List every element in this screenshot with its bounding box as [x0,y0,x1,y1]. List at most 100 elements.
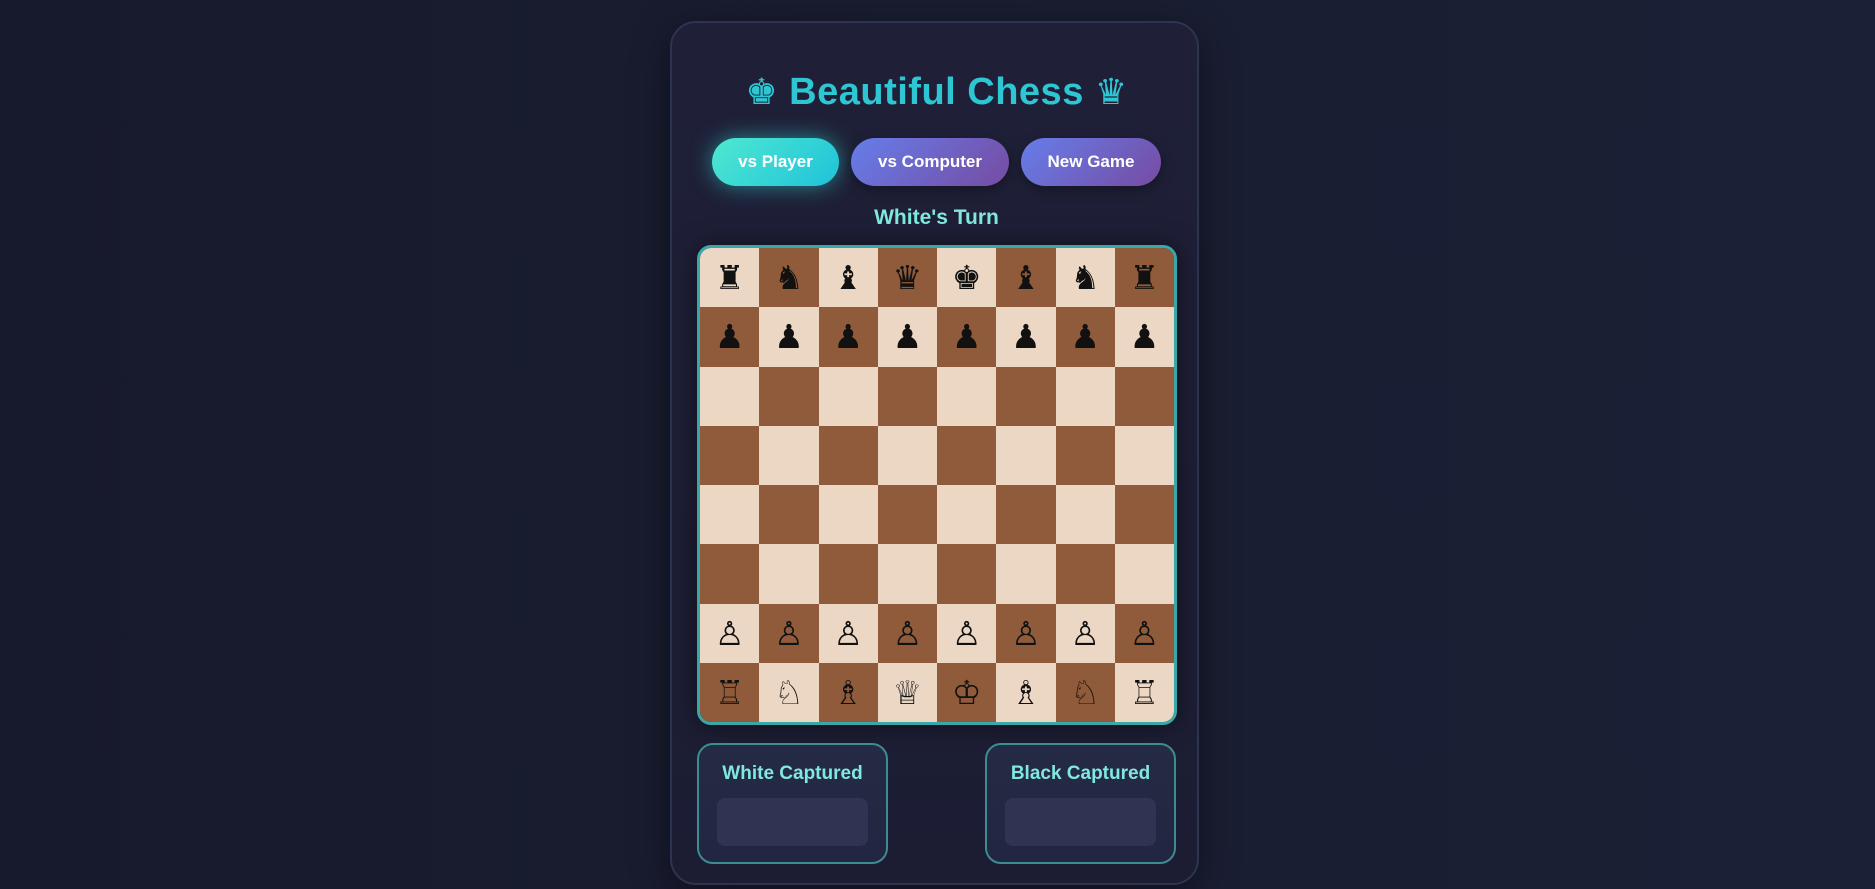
square-c2[interactable]: ♙ [818,603,878,663]
black-pawn-icon[interactable]: ♟ [1130,320,1160,353]
white-captured-panel: White Captured [697,743,888,864]
white-bishop-icon[interactable]: ♗ [833,676,863,709]
square-a5[interactable] [700,425,760,485]
square-f5[interactable] [996,425,1056,485]
square-b3[interactable] [759,544,819,604]
square-b1[interactable]: ♘ [759,662,819,722]
square-h4[interactable] [1114,485,1174,545]
white-pawn-icon[interactable]: ♙ [1011,617,1041,650]
square-d3[interactable] [877,544,937,604]
square-h6[interactable] [1114,366,1174,426]
white-bishop-icon[interactable]: ♗ [1011,676,1041,709]
square-e2[interactable]: ♙ [937,603,997,663]
black-knight-icon[interactable]: ♞ [774,261,804,294]
black-pawn-icon[interactable]: ♟ [952,320,982,353]
black-queen-icon[interactable]: ♛ [893,261,923,294]
square-c6[interactable] [818,366,878,426]
white-rook-icon[interactable]: ♖ [1130,676,1160,709]
square-a4[interactable] [700,485,760,545]
square-e3[interactable] [937,544,997,604]
square-h5[interactable] [1114,425,1174,485]
square-h7[interactable]: ♟ [1114,307,1174,367]
square-b7[interactable]: ♟ [759,307,819,367]
white-pawn-icon[interactable]: ♙ [774,617,804,650]
square-g6[interactable] [1055,366,1115,426]
square-f3[interactable] [996,544,1056,604]
square-e6[interactable] [937,366,997,426]
square-g8[interactable]: ♞ [1055,248,1115,308]
square-f2[interactable]: ♙ [996,603,1056,663]
square-a6[interactable] [700,366,760,426]
square-e8[interactable]: ♚ [937,248,997,308]
white-rook-icon[interactable]: ♖ [715,676,745,709]
square-c5[interactable] [818,425,878,485]
black-bishop-icon[interactable]: ♝ [833,261,863,294]
square-e4[interactable] [937,485,997,545]
black-rook-icon[interactable]: ♜ [715,261,745,294]
square-h2[interactable]: ♙ [1114,603,1174,663]
black-rook-icon[interactable]: ♜ [1130,261,1160,294]
black-pawn-icon[interactable]: ♟ [774,320,804,353]
square-c4[interactable] [818,485,878,545]
square-b4[interactable] [759,485,819,545]
black-king-icon[interactable]: ♚ [952,261,982,294]
square-f7[interactable]: ♟ [996,307,1056,367]
square-f4[interactable] [996,485,1056,545]
square-a2[interactable]: ♙ [700,603,760,663]
black-knight-icon[interactable]: ♞ [1070,261,1100,294]
square-b8[interactable]: ♞ [759,248,819,308]
white-queen-icon[interactable]: ♕ [893,676,923,709]
square-c8[interactable]: ♝ [818,248,878,308]
square-b6[interactable] [759,366,819,426]
square-a7[interactable]: ♟ [700,307,760,367]
square-g4[interactable] [1055,485,1115,545]
square-f6[interactable] [996,366,1056,426]
square-h8[interactable]: ♜ [1114,248,1174,308]
black-pawn-icon[interactable]: ♟ [715,320,745,353]
square-c7[interactable]: ♟ [818,307,878,367]
vs-computer-button[interactable]: vs Computer [851,138,1009,186]
square-c3[interactable] [818,544,878,604]
white-pawn-icon[interactable]: ♙ [893,617,923,650]
square-d6[interactable] [877,366,937,426]
square-g5[interactable] [1055,425,1115,485]
square-g1[interactable]: ♘ [1055,662,1115,722]
square-g2[interactable]: ♙ [1055,603,1115,663]
square-d4[interactable] [877,485,937,545]
square-g3[interactable] [1055,544,1115,604]
black-bishop-icon[interactable]: ♝ [1011,261,1041,294]
black-pawn-icon[interactable]: ♟ [1070,320,1100,353]
square-b5[interactable] [759,425,819,485]
square-e1[interactable]: ♔ [937,662,997,722]
white-knight-icon[interactable]: ♘ [1070,676,1100,709]
vs-player-button[interactable]: vs Player [712,138,839,186]
white-pawn-icon[interactable]: ♙ [715,617,745,650]
square-d7[interactable]: ♟ [877,307,937,367]
square-c1[interactable]: ♗ [818,662,878,722]
square-e7[interactable]: ♟ [937,307,997,367]
square-e5[interactable] [937,425,997,485]
square-d2[interactable]: ♙ [877,603,937,663]
square-a8[interactable]: ♜ [700,248,760,308]
white-knight-icon[interactable]: ♘ [774,676,804,709]
square-b2[interactable]: ♙ [759,603,819,663]
black-pawn-icon[interactable]: ♟ [893,320,923,353]
square-d8[interactable]: ♛ [877,248,937,308]
square-g7[interactable]: ♟ [1055,307,1115,367]
square-d5[interactable] [877,425,937,485]
white-king-icon[interactable]: ♔ [952,676,982,709]
square-d1[interactable]: ♕ [877,662,937,722]
white-pawn-icon[interactable]: ♙ [952,617,982,650]
white-pawn-icon[interactable]: ♙ [1070,617,1100,650]
new-game-button[interactable]: New Game [1021,138,1161,186]
black-pawn-icon[interactable]: ♟ [1011,320,1041,353]
white-pawn-icon[interactable]: ♙ [1130,617,1160,650]
square-f1[interactable]: ♗ [996,662,1056,722]
white-pawn-icon[interactable]: ♙ [833,617,863,650]
black-pawn-icon[interactable]: ♟ [833,320,863,353]
square-a1[interactable]: ♖ [700,662,760,722]
square-h1[interactable]: ♖ [1114,662,1174,722]
square-f8[interactable]: ♝ [996,248,1056,308]
square-h3[interactable] [1114,544,1174,604]
square-a3[interactable] [700,544,760,604]
